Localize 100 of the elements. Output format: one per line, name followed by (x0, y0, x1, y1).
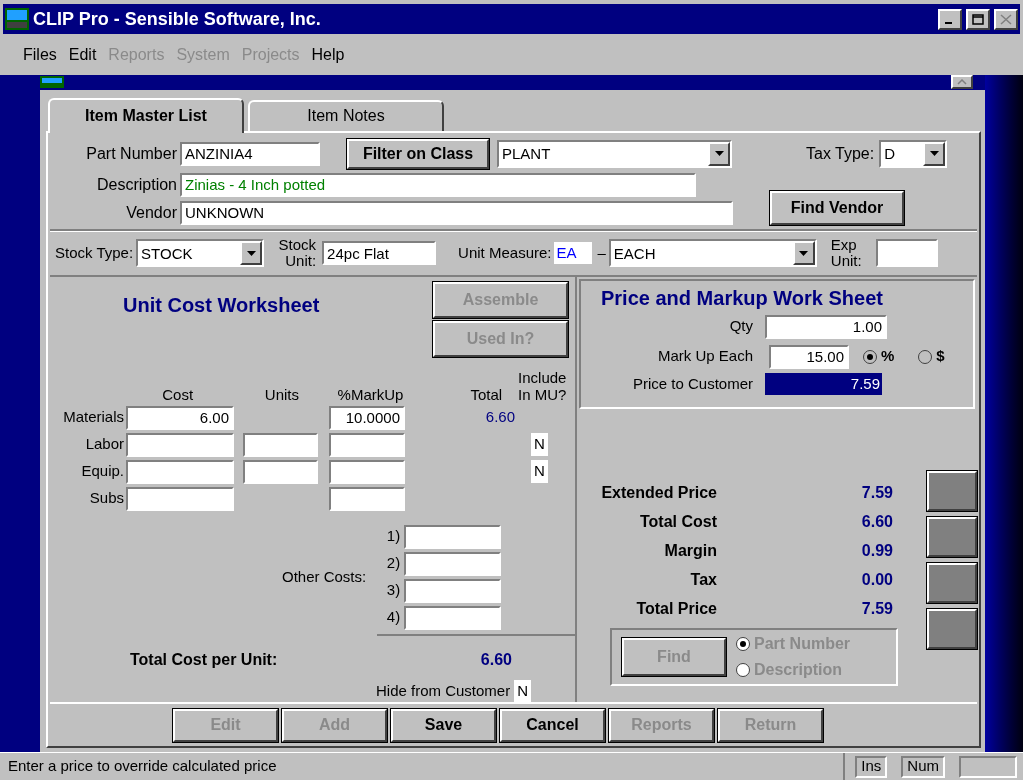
line-number: 1) (385, 526, 401, 547)
unit-measure-dropdown[interactable]: EACH (608, 239, 817, 267)
line-number: 4) (385, 607, 401, 628)
line-number: 2) (385, 553, 401, 574)
summary-value: 7.59 (860, 483, 893, 503)
markup-field[interactable] (329, 432, 405, 457)
radio-button[interactable] (863, 349, 877, 364)
field-label: Part Number (85, 143, 178, 164)
row-total: 6.60 (485, 408, 515, 426)
radio-button[interactable] (918, 349, 933, 364)
price-to-customer-field[interactable]: 7.59 (765, 372, 882, 395)
summary-label: Extended Price (600, 483, 717, 503)
cost-field[interactable] (126, 459, 234, 484)
field-label: Exp Unit: (830, 237, 863, 269)
scroll-up-button[interactable] (951, 75, 973, 90)
summary-label: Total Price (635, 599, 717, 619)
summary-value: 0.00 (860, 570, 893, 590)
markup-each-field[interactable]: 15.00 (769, 344, 849, 369)
tax-type-dropdown[interactable]: D (879, 139, 948, 168)
status-indicator: Num (901, 755, 945, 778)
part-number-field[interactable]: ANZINIA4 (180, 141, 320, 166)
tab[interactable]: Item Notes (248, 99, 444, 131)
include-flag-field[interactable]: N (531, 460, 548, 483)
field-label: Vendor (125, 202, 178, 223)
total-label: Total Cost per Unit: (130, 649, 278, 670)
units-field[interactable] (243, 459, 318, 484)
line-number: 3) (385, 580, 401, 601)
blank-button[interactable] (927, 516, 977, 557)
field-label: Mark Up Each (656, 346, 753, 367)
blank-button[interactable] (927, 562, 977, 603)
summary-value: 0.99 (860, 541, 893, 561)
close-icon[interactable] (994, 8, 1018, 30)
menu-item[interactable]: Files (23, 42, 57, 67)
other-cost-field[interactable] (404, 524, 502, 549)
qty-field[interactable]: 1.00 (765, 314, 887, 339)
stock-unit-field[interactable]: 24pc Flat (322, 241, 437, 265)
blank-button[interactable] (927, 608, 977, 649)
other-cost-field[interactable] (404, 551, 502, 576)
caret-up-icon (957, 79, 967, 86)
field-label: Unit Measure: (458, 242, 552, 263)
include-flag-field[interactable]: N (531, 433, 548, 456)
action-button[interactable]: Save (391, 708, 496, 742)
summary-value: 6.60 (860, 512, 893, 532)
menu-item[interactable]: Help (311, 42, 345, 67)
menu-item[interactable]: Edit (68, 42, 97, 67)
radio-label: $ (936, 346, 945, 367)
cost-field[interactable]: 6.00 (126, 405, 234, 430)
app-icon (5, 8, 29, 30)
field-label: Description (95, 174, 178, 195)
markup-field[interactable] (329, 486, 405, 511)
app-icon (40, 76, 64, 89)
filter-button[interactable]: Filter on Class (347, 138, 489, 169)
unit-code: EA (554, 242, 593, 264)
dropdown-arrow-icon (246, 250, 256, 256)
stock-type-dropdown[interactable]: STOCK (136, 239, 265, 267)
markup-field[interactable]: 10.0000 (329, 405, 405, 430)
summary-value: 7.59 (860, 599, 893, 619)
other-cost-field[interactable] (404, 578, 502, 603)
row-label: Materials (62, 407, 125, 428)
field-label: Tax Type: (806, 143, 875, 164)
status-message: Enter a price to override calculated price (8, 756, 278, 777)
separator-dash: – (597, 242, 606, 263)
column-header: Total (469, 385, 504, 403)
field-label: Stock Unit: (277, 237, 317, 269)
summary-label: Margin (663, 541, 717, 561)
cost-field[interactable] (126, 486, 234, 511)
vendor-field[interactable]: UNKNOWN (180, 200, 733, 225)
dropdown-arrow-icon (929, 151, 939, 156)
field-label: Stock Type: (55, 242, 134, 263)
hide-flag-field[interactable]: N (514, 679, 532, 702)
column-header: Include In MU? (518, 368, 568, 403)
dropdown-arrow-icon (799, 250, 809, 256)
exp-unit-field[interactable] (875, 239, 938, 267)
field-label: Qty (728, 316, 753, 337)
tab[interactable]: Item Master List (48, 97, 244, 133)
window-title: CLIP Pro - Sensible Software, Inc. (33, 7, 322, 31)
cost-field[interactable] (126, 432, 234, 457)
units-field[interactable] (243, 432, 318, 457)
status-panel (959, 755, 1017, 778)
status-indicator: Ins (855, 755, 888, 778)
summary-label: Total Cost (638, 512, 717, 532)
column-header: %MarkUp (336, 385, 405, 403)
column-header: Units (263, 385, 300, 403)
markup-field[interactable] (329, 459, 405, 484)
row-label: Subs (88, 488, 125, 509)
minimize-icon[interactable] (938, 8, 962, 30)
blank-button[interactable] (927, 470, 977, 511)
column-header: Cost (161, 385, 195, 403)
field-label: Other Costs: (282, 566, 367, 587)
action-button[interactable]: Cancel (500, 708, 605, 742)
find-vendor-button[interactable]: Find Vendor (770, 190, 904, 225)
description-field[interactable]: Zinias - 4 Inch potted (180, 172, 696, 197)
summary-label: Tax (689, 570, 717, 590)
field-label: Price to Customer (631, 373, 753, 394)
other-cost-field[interactable] (404, 605, 502, 630)
row-label: Labor (84, 434, 125, 455)
class-dropdown[interactable]: PLANT (497, 139, 732, 168)
total-value: 6.60 (480, 649, 512, 670)
maximize-icon[interactable] (966, 8, 990, 30)
worksheet-title: Unit Cost Worksheet (123, 292, 320, 318)
